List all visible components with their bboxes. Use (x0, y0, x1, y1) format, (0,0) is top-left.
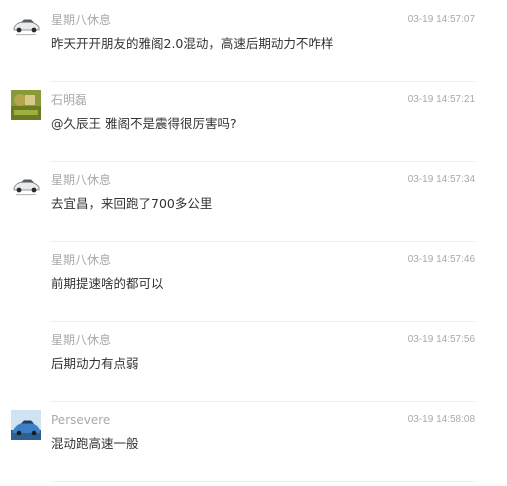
comment-username[interactable]: 石明磊 (51, 92, 87, 108)
comment-timestamp: 03-19 14:57:07 (407, 14, 475, 25)
comment-timestamp: 03-19 14:57:56 (407, 334, 475, 345)
comment-text: 后期动力有点弱 (51, 356, 139, 371)
user-avatar[interactable] (11, 410, 41, 440)
user-avatar[interactable] (11, 90, 41, 120)
comment-text: 前期提速啥的都可以 (51, 276, 164, 291)
comment-username[interactable]: Persevere (51, 412, 110, 428)
comment-username[interactable]: 星期八休息 (51, 252, 111, 268)
blue-car-icon (11, 410, 41, 440)
comment-username[interactable]: 星期八休息 (51, 332, 111, 348)
comment-item: 星期八休息 03-19 14:57:34 去宜昌，来回跑了700多公里 (0, 162, 507, 242)
user-avatar[interactable] (11, 170, 41, 200)
comment-timestamp: 03-19 14:57:46 (407, 254, 475, 265)
comment-username[interactable]: 星期八休息 (51, 172, 111, 188)
comment-timestamp: 03-19 14:58:08 (407, 414, 475, 425)
comment-text: @久辰王 雅阁不是震得很厉害吗? (51, 116, 237, 131)
comment-item: Persevere 03-19 14:58:08 混动跑高速一般 (0, 402, 507, 482)
landscape-icon (11, 90, 41, 120)
comment-item: 星期八休息 03-19 14:57:46 前期提速啥的都可以 (0, 242, 507, 322)
comment-item: 星期八休息 03-19 14:57:07 昨天开开朋友的雅阁2.0混动，高速后期… (0, 2, 507, 82)
comment-timestamp: 03-19 14:57:21 (407, 94, 475, 105)
comment-username[interactable]: 星期八休息 (51, 12, 111, 28)
comment-timestamp: 03-19 14:57:34 (407, 174, 475, 185)
comment-item: 星期八休息 03-19 14:57:56 后期动力有点弱 (0, 322, 507, 402)
user-avatar[interactable] (11, 10, 41, 40)
comment-item: 石明磊 03-19 14:57:21 @久辰王 雅阁不是震得很厉害吗? (0, 82, 507, 162)
comment-text: 混动跑高速一般 (51, 436, 139, 451)
car-icon (11, 170, 41, 200)
comment-text: 去宜昌，来回跑了700多公里 (51, 196, 213, 211)
comment-text: 昨天开开朋友的雅阁2.0混动，高速后期动力不咋样 (51, 36, 334, 51)
divider (51, 481, 475, 482)
car-icon (11, 10, 41, 40)
